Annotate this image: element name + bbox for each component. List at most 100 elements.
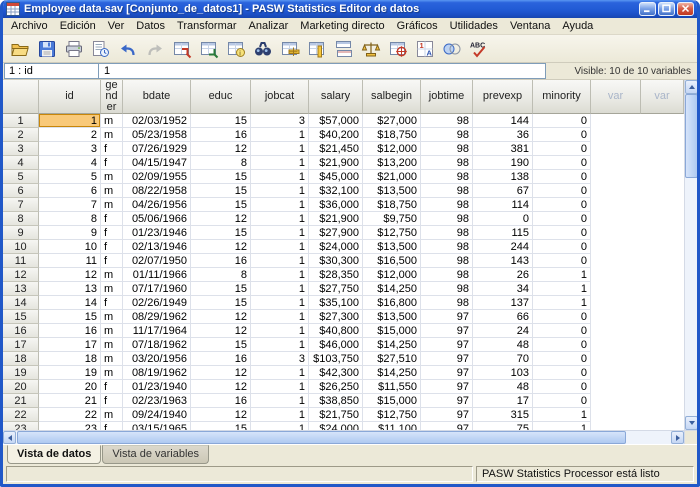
cell[interactable]: $30,300 [309, 254, 363, 268]
column-header-var[interactable]: var [591, 80, 641, 114]
scroll-down-button[interactable] [685, 416, 697, 430]
menu-edicion[interactable]: Edición [54, 18, 102, 34]
cell[interactable]: 05/06/1966 [123, 212, 191, 226]
cell-empty[interactable] [641, 184, 684, 198]
cell[interactable]: 0 [533, 226, 591, 240]
row-header[interactable]: 12 [3, 268, 39, 282]
cell[interactable]: $40,200 [309, 128, 363, 142]
cell[interactable]: 0 [533, 352, 591, 366]
cell[interactable]: m [101, 268, 123, 282]
cell[interactable]: f [101, 422, 123, 430]
cell-empty[interactable] [591, 184, 641, 198]
cell[interactable]: 97 [421, 352, 473, 366]
cell[interactable]: $57,000 [309, 114, 363, 128]
cell[interactable]: 8 [191, 156, 251, 170]
row-header[interactable]: 23 [3, 422, 39, 430]
cell[interactable]: $16,800 [363, 296, 421, 310]
cell-empty[interactable] [641, 324, 684, 338]
use-variable-sets-icon[interactable] [439, 37, 465, 61]
goto-variable-icon[interactable] [196, 37, 222, 61]
cell[interactable]: 98 [421, 268, 473, 282]
menu-utilidades[interactable]: Utilidades [444, 18, 504, 34]
cell-empty[interactable] [591, 198, 641, 212]
cell[interactable]: m [101, 352, 123, 366]
cell[interactable]: 3 [251, 114, 309, 128]
cell[interactable]: 144 [473, 114, 533, 128]
cell[interactable]: m [101, 198, 123, 212]
horizontal-scroll-track[interactable] [16, 431, 671, 444]
cell-empty[interactable] [641, 198, 684, 212]
cell[interactable]: 15 [191, 226, 251, 240]
cell[interactable]: 98 [421, 296, 473, 310]
row-header[interactable]: 4 [3, 156, 39, 170]
cell[interactable]: 98 [421, 128, 473, 142]
menu-graficos[interactable]: Gráficos [391, 18, 444, 34]
menu-transformar[interactable]: Transformar [171, 18, 243, 34]
cell[interactable]: 03/20/1956 [123, 352, 191, 366]
cell[interactable]: 10 [39, 240, 101, 254]
cell-empty[interactable] [591, 310, 641, 324]
cell-empty[interactable] [591, 352, 641, 366]
cell[interactable]: 1 [251, 408, 309, 422]
cell[interactable]: 3 [39, 142, 101, 156]
cell[interactable]: $27,510 [363, 352, 421, 366]
row-header[interactable]: 19 [3, 366, 39, 380]
cell[interactable]: 97 [421, 310, 473, 324]
cell[interactable]: f [101, 240, 123, 254]
cell[interactable]: $45,000 [309, 170, 363, 184]
cell[interactable]: f [101, 296, 123, 310]
cell[interactable]: 15 [191, 282, 251, 296]
cell[interactable]: 15 [191, 170, 251, 184]
spell-check-icon[interactable]: ABC [466, 37, 492, 61]
cell-empty[interactable] [641, 422, 684, 430]
row-header[interactable]: 11 [3, 254, 39, 268]
cell-empty[interactable] [591, 408, 641, 422]
cell[interactable]: 7 [39, 198, 101, 212]
row-header[interactable]: 17 [3, 338, 39, 352]
cell[interactable]: 11 [39, 254, 101, 268]
row-header[interactable]: 5 [3, 170, 39, 184]
row-header[interactable]: 9 [3, 226, 39, 240]
cell-empty[interactable] [591, 156, 641, 170]
cell[interactable]: 16 [191, 394, 251, 408]
cell[interactable]: 12 [191, 408, 251, 422]
cell[interactable]: $35,100 [309, 296, 363, 310]
goto-case-icon[interactable] [169, 37, 195, 61]
split-file-icon[interactable] [331, 37, 357, 61]
cell[interactable]: 12 [191, 240, 251, 254]
scroll-right-button[interactable] [671, 431, 684, 444]
cell[interactable]: $12,750 [363, 408, 421, 422]
cell-empty[interactable] [591, 254, 641, 268]
cell[interactable]: 13 [39, 282, 101, 296]
scroll-left-button[interactable] [3, 431, 16, 444]
menu-ver[interactable]: Ver [102, 18, 131, 34]
cell[interactable]: 97 [421, 338, 473, 352]
cell[interactable]: 1 [251, 296, 309, 310]
cell[interactable]: 15 [191, 338, 251, 352]
cell[interactable]: 1 [39, 114, 101, 128]
cell[interactable]: $12,000 [363, 268, 421, 282]
cell-empty[interactable] [591, 324, 641, 338]
cell-empty[interactable] [641, 170, 684, 184]
cell[interactable]: 18 [39, 352, 101, 366]
cell[interactable]: 15 [191, 296, 251, 310]
cell-empty[interactable] [591, 282, 641, 296]
row-header[interactable]: 22 [3, 408, 39, 422]
cell[interactable]: m [101, 408, 123, 422]
column-header-salary[interactable]: salary [309, 80, 363, 114]
cell[interactable]: 1 [533, 282, 591, 296]
menu-ventana[interactable]: Ventana [504, 18, 556, 34]
cell[interactable]: 97 [421, 408, 473, 422]
cell[interactable]: 115 [473, 226, 533, 240]
cell[interactable]: 98 [421, 240, 473, 254]
cell-empty[interactable] [591, 128, 641, 142]
cell[interactable]: 07/26/1929 [123, 142, 191, 156]
cell[interactable]: 190 [473, 156, 533, 170]
cell[interactable]: $18,750 [363, 198, 421, 212]
weight-cases-icon[interactable] [358, 37, 384, 61]
cell[interactable]: 20 [39, 380, 101, 394]
row-header[interactable]: 20 [3, 380, 39, 394]
column-header-bdate[interactable]: bdate [123, 80, 191, 114]
cell[interactable]: m [101, 114, 123, 128]
cell[interactable]: 1 [251, 212, 309, 226]
